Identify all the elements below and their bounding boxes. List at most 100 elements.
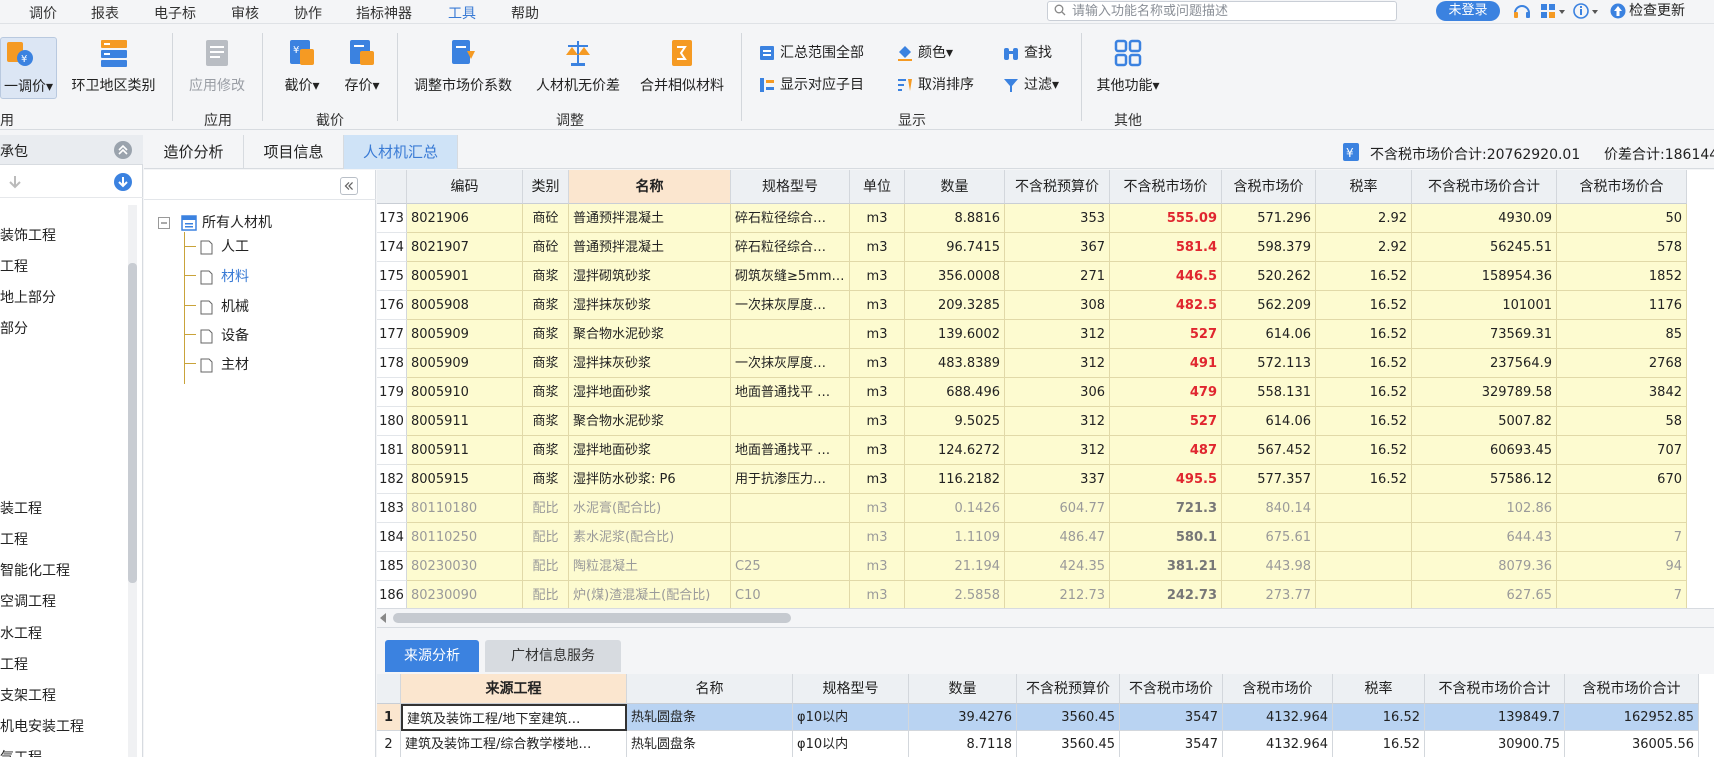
tax-market-total-cell[interactable]: 670: [1557, 465, 1687, 494]
quantity-cell[interactable]: 483.8389: [905, 349, 1005, 378]
market-total-cell[interactable]: 102.86: [1412, 494, 1557, 523]
code-cell[interactable]: 8005911: [407, 407, 523, 436]
row-index-cell[interactable]: 180: [377, 407, 407, 436]
menu-item-index-tool[interactable]: 指标神器: [356, 3, 412, 23]
code-cell[interactable]: 8005909: [407, 349, 523, 378]
quantity-cell[interactable]: 2.5858: [905, 581, 1005, 608]
code-cell[interactable]: 8005910: [407, 378, 523, 407]
category-cell[interactable]: 商浆: [523, 378, 569, 407]
tax-market-price-cell[interactable]: 572.113: [1222, 349, 1316, 378]
row-index-cell[interactable]: 182: [377, 465, 407, 494]
column-header[interactable]: 含税市场价: [1223, 674, 1333, 704]
left-panel-scroll-thumb[interactable]: [128, 263, 137, 583]
move-down-icon[interactable]: [8, 174, 22, 190]
cancel-sort-button[interactable]: 取消排序: [896, 73, 974, 97]
market-price-cell[interactable]: 555.09: [1110, 204, 1222, 233]
row-index-cell[interactable]: 173: [377, 204, 407, 233]
quantity-cell[interactable]: 96.7415: [905, 233, 1005, 262]
category-cell[interactable]: 配比: [523, 523, 569, 552]
name-cell[interactable]: 聚合物水泥砂浆: [569, 320, 731, 349]
tree-item-material[interactable]: 材料: [200, 266, 249, 286]
source-project-cell[interactable]: 建筑及装饰工程/综合教学楼地…: [401, 731, 627, 757]
market-price-cell[interactable]: 527: [1110, 320, 1222, 349]
info-icon[interactable]: [1572, 2, 1600, 20]
tax-market-price-cell[interactable]: 614.06: [1222, 407, 1316, 436]
tax-market-total-cell[interactable]: 2768: [1557, 349, 1687, 378]
quantity-cell[interactable]: 21.194: [905, 552, 1005, 581]
tax-rate-cell[interactable]: 16.52: [1316, 436, 1412, 465]
tax-market-total-cell[interactable]: 7: [1557, 581, 1687, 608]
market-price-cell[interactable]: 487: [1110, 436, 1222, 465]
name-cell[interactable]: 湿拌地面砂浆: [569, 436, 731, 465]
column-header[interactable]: [377, 674, 401, 704]
budget-price-cell[interactable]: 271: [1005, 262, 1110, 291]
spec-cell[interactable]: C25: [731, 552, 850, 581]
unit-cell[interactable]: m3: [850, 407, 905, 436]
tax-rate-cell[interactable]: 16.52: [1316, 262, 1412, 291]
column-header[interactable]: 不含税市场价合计: [1425, 674, 1565, 704]
tax-market-total-cell[interactable]: 36005.56: [1565, 731, 1699, 757]
row-index-cell[interactable]: 184: [377, 523, 407, 552]
column-header[interactable]: [377, 170, 407, 204]
tree-item-main-material[interactable]: 主材: [200, 354, 249, 374]
name-cell[interactable]: 热轧圆盘条: [627, 704, 793, 731]
project-tree-item[interactable]: 智能化工程: [0, 560, 70, 580]
budget-price-cell[interactable]: 424.35: [1005, 552, 1110, 581]
name-cell[interactable]: 湿拌砌筑砂浆: [569, 262, 731, 291]
collapse-up-icon[interactable]: [114, 141, 132, 159]
market-price-cell[interactable]: 581.4: [1110, 233, 1222, 262]
budget-price-cell[interactable]: 3560.45: [1017, 731, 1120, 757]
project-tree-item[interactable]: 工程: [0, 529, 28, 549]
menu-item-adjust-price[interactable]: 调价: [29, 3, 57, 23]
row-index-cell[interactable]: 1: [377, 704, 401, 731]
row-index-cell[interactable]: 2: [377, 731, 401, 757]
tax-market-price-cell[interactable]: 598.379: [1222, 233, 1316, 262]
column-header[interactable]: 数量: [905, 170, 1005, 204]
tax-market-total-cell[interactable]: 1852: [1557, 262, 1687, 291]
tax-market-total-cell[interactable]: 578: [1557, 233, 1687, 262]
tree-item-equipment[interactable]: 设备: [200, 325, 249, 345]
filter-button[interactable]: 过滤▾: [1002, 73, 1059, 97]
find-button[interactable]: 查找: [1002, 41, 1052, 65]
tax-market-price-cell[interactable]: 558.131: [1222, 378, 1316, 407]
tax-rate-cell[interactable]: 16.52: [1333, 704, 1425, 731]
name-cell[interactable]: 普通预拌混凝土: [569, 233, 731, 262]
tax-market-price-cell[interactable]: 567.452: [1222, 436, 1316, 465]
market-total-cell[interactable]: 644.43: [1412, 523, 1557, 552]
menu-item-audit[interactable]: 审核: [231, 3, 259, 23]
tax-rate-cell[interactable]: [1316, 494, 1412, 523]
other-functions-button[interactable]: 其他功能▾: [1090, 37, 1166, 95]
merge-similar-button[interactable]: 合并相似材料: [636, 37, 728, 95]
spec-cell[interactable]: 地面普通找平 …: [731, 436, 850, 465]
no-price-diff-button[interactable]: 人材机无价差: [530, 37, 626, 95]
market-price-cell[interactable]: 527: [1110, 407, 1222, 436]
horizontal-scroll-thumb[interactable]: [393, 613, 791, 623]
spec-cell[interactable]: 砌筑灰缝≥5mm…: [731, 262, 850, 291]
column-header[interactable]: 税率: [1333, 674, 1425, 704]
column-header[interactable]: 不含税预算价: [1017, 674, 1120, 704]
row-index-cell[interactable]: 179: [377, 378, 407, 407]
tax-market-price-cell[interactable]: 562.209: [1222, 291, 1316, 320]
budget-price-cell[interactable]: 306: [1005, 378, 1110, 407]
code-cell[interactable]: 8005908: [407, 291, 523, 320]
tree-item-machine[interactable]: 机械: [200, 296, 249, 316]
project-tree-item[interactable]: 工程: [0, 256, 28, 276]
quantity-cell[interactable]: 688.496: [905, 378, 1005, 407]
code-cell[interactable]: 8021907: [407, 233, 523, 262]
tab-guangcai-info-service[interactable]: 广材信息服务: [485, 640, 621, 672]
column-header[interactable]: 不含税市场价: [1120, 674, 1223, 704]
column-header[interactable]: 单位: [850, 170, 905, 204]
source-project-cell[interactable]: 建筑及装饰工程/地下室建筑…: [401, 704, 627, 731]
budget-price-cell[interactable]: 604.77: [1005, 494, 1110, 523]
category-cell[interactable]: 配比: [523, 494, 569, 523]
horizontal-scrollbar[interactable]: [377, 608, 1714, 626]
summary-range-button[interactable]: 汇总范围全部: [758, 41, 864, 65]
unit-cell[interactable]: m3: [850, 436, 905, 465]
scroll-left-icon[interactable]: [380, 613, 386, 623]
market-total-cell[interactable]: 30900.75: [1425, 731, 1565, 757]
spec-cell[interactable]: [731, 320, 850, 349]
category-cell[interactable]: 商砼: [523, 204, 569, 233]
market-total-cell[interactable]: 57586.12: [1412, 465, 1557, 494]
column-header[interactable]: 含税市场价合计: [1565, 674, 1699, 704]
code-cell[interactable]: 80110180: [407, 494, 523, 523]
